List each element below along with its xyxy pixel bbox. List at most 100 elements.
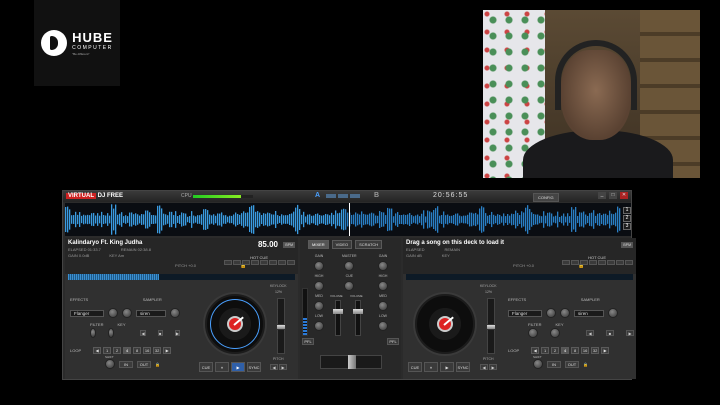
deck-left-jogwheel[interactable] (205, 294, 265, 354)
tab-mixer[interactable]: MIXER (308, 240, 329, 249)
high-knob-right[interactable] (378, 281, 388, 291)
sampler-play-button[interactable]: ■ (157, 330, 163, 336)
crossfader[interactable] (320, 355, 382, 369)
sampler-prev-button[interactable]: ◀ (586, 330, 594, 336)
cue-button[interactable]: CUE (408, 362, 422, 372)
loop-lock-icon[interactable]: 🔒 (583, 362, 588, 367)
deck-right-mini-waveform[interactable] (406, 274, 633, 280)
sync-button[interactable]: SYNC (456, 362, 470, 372)
loop-2-button[interactable]: 2 (113, 347, 122, 354)
loop-in-button[interactable]: IN (547, 360, 561, 368)
volume-fader-right[interactable] (353, 300, 363, 336)
loop-half-button[interactable]: ◀ (531, 347, 540, 354)
cue-button[interactable]: CUE (199, 362, 213, 372)
deck-right-pitch-slider[interactable] (486, 298, 496, 354)
gain-knob-right[interactable] (378, 261, 388, 271)
loop-shift-knob[interactable] (533, 359, 543, 369)
sampler-select[interactable]: siren (136, 309, 166, 317)
config-button[interactable]: CONFIG (533, 193, 559, 202)
sampler-play-button[interactable]: ■ (606, 330, 614, 336)
med-knob-left[interactable] (314, 301, 324, 311)
loop-4-button[interactable]: 4 (123, 347, 132, 354)
sampler-knob[interactable] (608, 308, 618, 318)
crossfader-knob[interactable] (348, 355, 356, 369)
sampler-knob[interactable] (170, 308, 180, 318)
filter-knob[interactable] (90, 328, 97, 338)
close-button[interactable]: ✕ (620, 192, 628, 199)
pitch-knob[interactable] (276, 324, 286, 330)
master-knob[interactable] (344, 261, 355, 271)
effect-knob-1[interactable] (546, 308, 556, 318)
cue-knob[interactable] (344, 281, 355, 291)
loop-32-button[interactable]: 32 (153, 347, 162, 354)
pitch-up-button[interactable]: ▶ (489, 364, 497, 370)
rhythm-waveform[interactable]: 1 2 3 (65, 203, 631, 236)
effect-knob-2[interactable] (122, 308, 132, 318)
loop-8-button[interactable]: 8 (133, 347, 142, 354)
loop-1-button[interactable]: 1 (103, 347, 112, 354)
sampler-prev-button[interactable]: ◀ (140, 330, 146, 336)
loop-double-button[interactable]: ▶ (601, 347, 610, 354)
effect-select[interactable]: Flanger (508, 309, 542, 317)
tab-video[interactable]: VIDEO (331, 240, 353, 249)
deck-right-jogwheel[interactable] (415, 294, 475, 354)
pitch-up-button[interactable]: ▶ (279, 364, 287, 370)
deck-a-selector[interactable]: A (315, 192, 320, 199)
loop-8-button[interactable]: 8 (571, 347, 580, 354)
loop-16-button[interactable]: 16 (581, 347, 590, 354)
low-knob-left[interactable] (314, 321, 324, 331)
volume-fader-left-knob[interactable] (333, 309, 343, 314)
low-knob-right[interactable] (378, 321, 388, 331)
pitch-knob[interactable] (486, 324, 496, 330)
pitch-down-button[interactable]: ◀ (480, 364, 488, 370)
pause-button[interactable]: ⏸ (215, 362, 229, 372)
loop-in-button[interactable]: IN (119, 360, 133, 368)
loop-out-button[interactable]: OUT (565, 360, 579, 368)
wave-zoom-2[interactable]: 2 (623, 215, 631, 222)
play-button[interactable]: ▶ (231, 362, 245, 372)
maximize-button[interactable]: □ (609, 192, 617, 199)
loop-double-button[interactable]: ▶ (163, 347, 172, 354)
loop-4-button[interactable]: 4 (561, 347, 570, 354)
volume-fader-right-knob[interactable] (353, 309, 363, 314)
loop-half-button[interactable]: ◀ (93, 347, 102, 354)
sampler-next-button[interactable]: ▶ (174, 330, 180, 336)
sampler-select[interactable]: siren (574, 309, 604, 317)
loop-32-button[interactable]: 32 (591, 347, 600, 354)
effect-knob-1[interactable] (108, 308, 118, 318)
deck-left-pitch-slider[interactable] (276, 298, 286, 354)
volume-fader-left[interactable] (333, 300, 343, 336)
wave-zoom-1[interactable]: 1 (623, 207, 631, 214)
deck-left-hotcues[interactable] (224, 260, 295, 265)
effect-select[interactable]: Flanger (70, 309, 104, 317)
deck-right-hotcues[interactable] (562, 260, 633, 265)
wave-zoom-3[interactable]: 3 (623, 223, 631, 230)
key-knob[interactable] (108, 328, 115, 338)
deck-right-bpm-tag[interactable]: BPM (621, 242, 633, 248)
play-button[interactable]: ▶ (440, 362, 454, 372)
high-knob-left[interactable] (314, 281, 324, 291)
sync-button[interactable]: SYNC (247, 362, 261, 372)
med-knob-right[interactable] (378, 301, 388, 311)
pause-button[interactable]: ⏸ (424, 362, 438, 372)
deck-layout-blocks[interactable] (326, 194, 360, 198)
pitch-down-button[interactable]: ◀ (270, 364, 278, 370)
loop-out-button[interactable]: OUT (137, 360, 151, 368)
gain-knob-left[interactable] (314, 261, 324, 271)
loop-1-button[interactable]: 1 (541, 347, 550, 354)
filter-knob[interactable] (528, 328, 538, 338)
deck-left-mini-waveform[interactable] (68, 274, 295, 280)
loop-16-button[interactable]: 16 (143, 347, 152, 354)
loop-shift-knob[interactable] (105, 359, 115, 369)
effect-knob-2[interactable] (560, 308, 570, 318)
tab-scratch[interactable]: SCRATCH (355, 240, 383, 249)
minimize-button[interactable]: _ (598, 192, 606, 199)
deck-left-bpm-tag[interactable]: BPM (283, 242, 295, 248)
pfl-left-button[interactable]: PFL (302, 338, 314, 345)
loop-lock-icon[interactable]: 🔒 (155, 362, 160, 367)
pfl-right-button[interactable]: PFL (387, 338, 399, 345)
loop-2-button[interactable]: 2 (551, 347, 560, 354)
sampler-next-button[interactable]: ▶ (626, 330, 634, 336)
deck-b-selector[interactable]: B (374, 192, 379, 199)
key-knob[interactable] (550, 328, 560, 338)
